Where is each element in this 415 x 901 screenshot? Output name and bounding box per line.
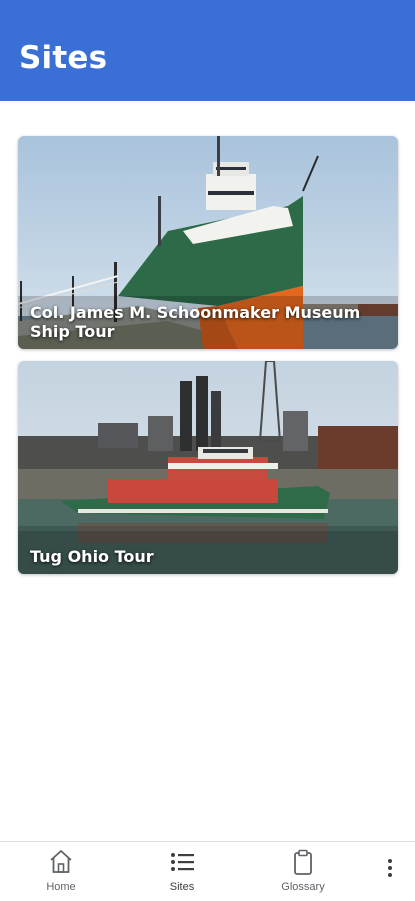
nav-sites[interactable]: Sites [137, 842, 227, 901]
nav-glossary[interactable]: Glossary [258, 842, 348, 901]
site-card-tug-ohio[interactable]: Tug Ohio Tour [18, 361, 398, 574]
bottom-navigation: Home Sites Glossary [0, 841, 415, 901]
clipboard-icon [294, 849, 312, 875]
nav-home[interactable]: Home [16, 842, 106, 901]
nav-sites-label: Sites [169, 881, 195, 893]
home-icon [50, 850, 72, 873]
list-icon [171, 853, 194, 871]
nav-home-label: Home [46, 881, 76, 893]
site-card-title: Tug Ohio Tour [30, 547, 154, 566]
nav-glossary-label: Glossary [281, 881, 325, 893]
site-image-tug-ohio [18, 361, 398, 574]
site-card-title: Col. James M. Schoonmaker Museum Ship To… [30, 303, 361, 341]
page-title: Sites [19, 40, 108, 76]
more-vert-icon[interactable] [376, 852, 404, 884]
site-card-schoonmaker[interactable]: Col. James M. Schoonmaker Museum Ship To… [18, 136, 398, 349]
app-bar: Sites [0, 0, 415, 101]
